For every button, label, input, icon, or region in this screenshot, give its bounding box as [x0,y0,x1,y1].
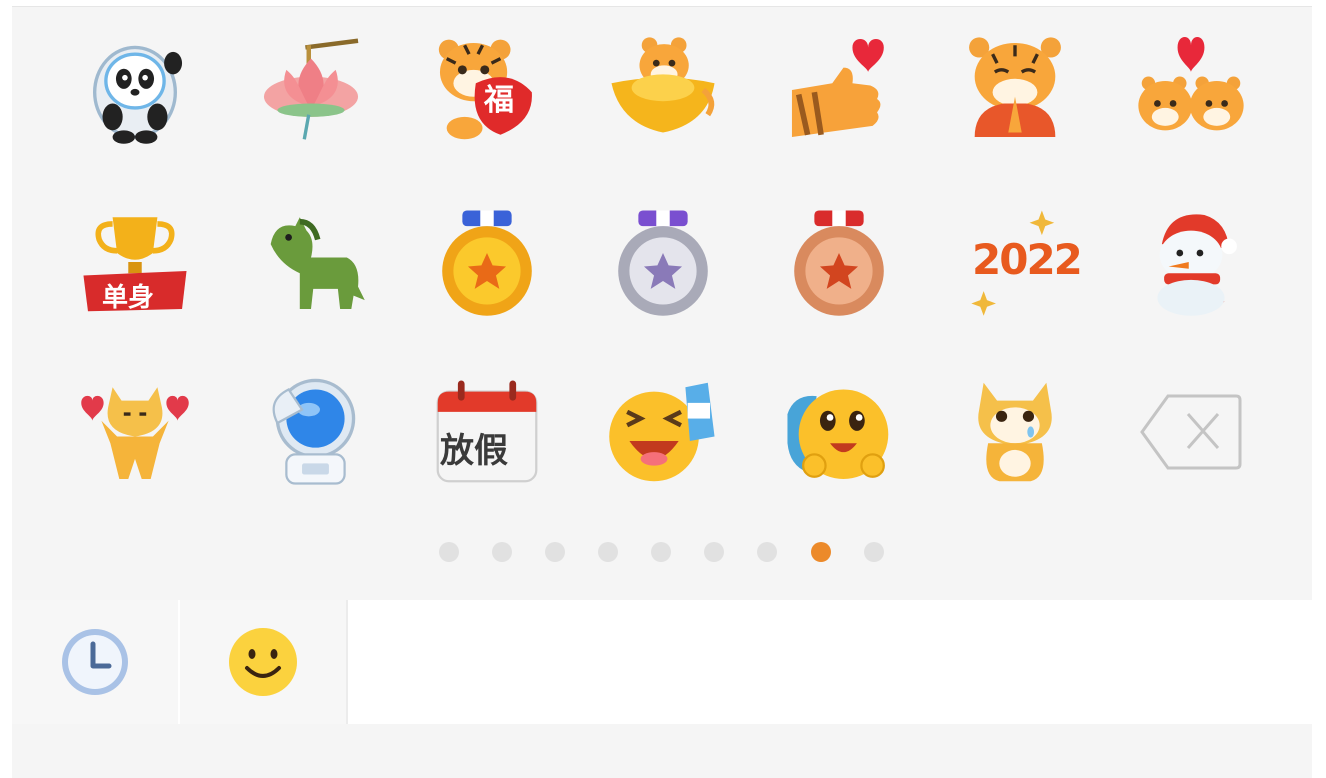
page-dot[interactable] [651,542,671,562]
delete-key[interactable] [1126,367,1256,497]
backspace-icon [1140,394,1242,470]
sticker-paw-heart[interactable] [774,25,904,155]
page-dot[interactable] [492,542,512,562]
single-label: 单身 [102,283,155,313]
sticker-two-tigers[interactable] [1126,25,1256,155]
sticker-tiger-pray[interactable] [950,25,1080,155]
holiday-label: 放假 [440,431,508,471]
laughing-face-icon [609,382,715,482]
gold-medal-icon [442,210,532,316]
emoji-backpack-icon [787,389,889,480]
panda-icon [93,45,183,144]
sticker-shiba-hearts[interactable] [70,367,200,497]
page-dot[interactable] [757,542,777,562]
sticker-bronze-medal[interactable] [774,197,904,327]
page-dot[interactable] [704,542,724,562]
clock-icon [62,629,128,695]
sticker-panda[interactable] [70,25,200,155]
emoji-tab-bar [12,600,1312,724]
sticker-silver-medal[interactable] [598,197,728,327]
snowman-icon [1157,214,1237,316]
sticker-emoji-backpack[interactable] [774,367,904,497]
sticker-gold-medal[interactable] [422,197,552,327]
sticker-laugh-drink[interactable] [598,367,728,497]
page-indicator [12,542,1312,562]
tab-emoji[interactable] [178,600,348,724]
sticker-holiday-calendar[interactable]: 放假 [422,367,552,497]
page-dot[interactable] [864,542,884,562]
crying-shiba-icon [978,382,1052,482]
sticker-tiger-fu[interactable]: 福 [422,25,552,155]
sticker-snowman[interactable] [1126,197,1256,327]
shiba-hearts-icon [81,387,189,480]
astronaut-icon [272,378,356,485]
page-dot[interactable] [545,542,565,562]
horse-icon [270,217,365,310]
smiley-icon [229,628,297,696]
sticker-horse[interactable] [246,197,376,327]
sticker-single-trophy[interactable]: 单身 [70,197,200,327]
bottom-safe-area [12,724,1312,778]
tab-recent[interactable] [12,600,178,724]
sticker-2022[interactable]: 2022 [950,197,1083,327]
sticker-crying-shiba[interactable] [950,367,1080,497]
year-label: 2022 [972,235,1083,284]
tiger-ingot-icon [611,37,715,133]
page-dot[interactable] [439,542,459,562]
sticker-grid: 福 单身 2022 放假 [60,7,1252,507]
sticker-lotus[interactable] [246,25,376,155]
bronze-medal-icon [794,210,884,316]
sticker-panel: 福 单身 2022 放假 [12,6,1312,601]
page-dot-active[interactable] [811,542,831,562]
tiger-pray-icon [969,37,1061,138]
two-tigers-icon [1138,37,1244,131]
page-dot[interactable] [598,542,618,562]
silver-medal-icon [618,210,708,316]
sticker-astronaut[interactable] [246,367,376,497]
sticker-tiger-ingot[interactable] [598,25,728,155]
paw-heart-icon [791,39,884,138]
fu-character: 福 [484,83,514,118]
lotus-icon [263,38,359,140]
